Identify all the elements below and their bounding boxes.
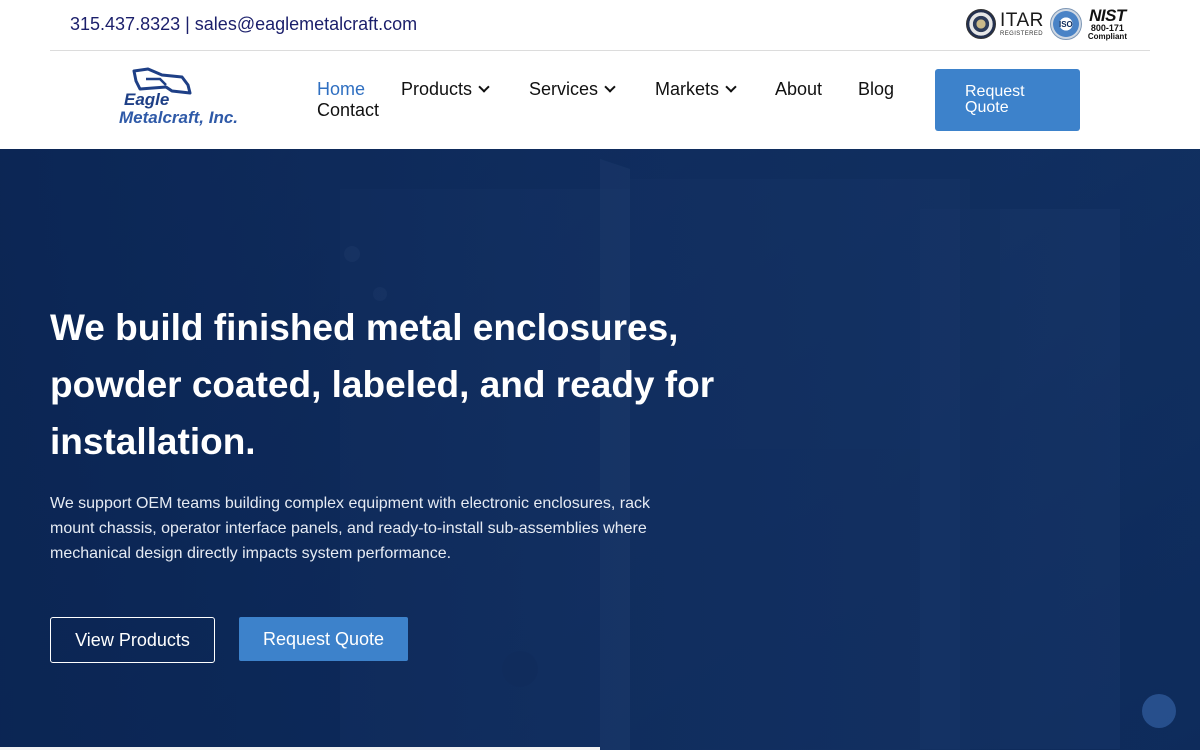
nav-item-products[interactable]: Products: [401, 79, 490, 100]
nav-label-home: Home: [317, 79, 366, 99]
iso-label: ISO: [1058, 19, 1073, 29]
nav-label-products: Products: [401, 79, 473, 99]
nav-label-about: About: [775, 79, 823, 99]
hero-description: We support OEM teams building complex eq…: [50, 495, 650, 562]
nav-label-markets: Markets: [655, 79, 720, 99]
nav-item-markets[interactable]: Markets: [655, 79, 737, 100]
itar-sub-label: REGISTERED: [1000, 31, 1044, 37]
certification-badges: ITAR REGISTERED ISO NIST 800-171 Complia…: [966, 7, 1127, 41]
hero-request-quote-button[interactable]: Request Quote: [239, 617, 408, 661]
nist-badge: NIST 800-171 Compliant: [1088, 7, 1127, 41]
itar-label: ITAR: [1000, 10, 1044, 31]
nav-label-services: Services: [529, 79, 599, 99]
chat-bubble-icon[interactable]: [1142, 694, 1176, 728]
nav-item-services[interactable]: Services: [529, 79, 616, 100]
request-quote-button[interactable]: Request Quote: [935, 69, 1080, 131]
contact-info: 315.437.8323 | sales@eaglemetalcraft.com: [70, 14, 417, 35]
nav-item-home[interactable]: Home: [317, 79, 365, 100]
nav-item-contact[interactable]: Contact: [317, 100, 379, 121]
hero-section: We build finished metal enclosures, powd…: [0, 149, 1200, 750]
itar-badge: ITAR REGISTERED: [1000, 11, 1044, 37]
hero-title: We build finished metal enclosures, powd…: [50, 307, 715, 462]
site-header: Eagle Metalcraft, Inc. Home Products Ser…: [0, 51, 1200, 149]
iso-badge-icon: ISO: [1049, 8, 1082, 40]
company-logo[interactable]: Eagle Metalcraft, Inc.: [118, 67, 268, 131]
nav-label-blog: Blog: [858, 79, 895, 99]
chevron-down-icon: [725, 81, 737, 93]
top-contact-bar: 315.437.8323 | sales@eaglemetalcraft.com…: [50, 0, 1150, 51]
chevron-down-icon: [604, 81, 616, 93]
phone-link[interactable]: 315.437.8323: [70, 14, 180, 34]
contact-separator: |: [180, 14, 195, 34]
nav-label-contact: Contact: [317, 100, 380, 120]
nav-item-blog[interactable]: Blog: [858, 79, 894, 100]
chevron-down-icon: [478, 81, 490, 93]
logo-text-metalcraft: Metalcraft, Inc.: [119, 108, 239, 127]
itar-seal-icon: [966, 9, 996, 39]
nist-sub-label: Compliant: [1087, 32, 1127, 41]
nav-item-about[interactable]: About: [775, 79, 822, 100]
view-products-button[interactable]: View Products: [50, 617, 215, 663]
logo-text-eagle: Eagle: [124, 90, 170, 109]
email-link[interactable]: sales@eaglemetalcraft.com: [195, 14, 417, 34]
nist-label: NIST: [1089, 6, 1126, 25]
